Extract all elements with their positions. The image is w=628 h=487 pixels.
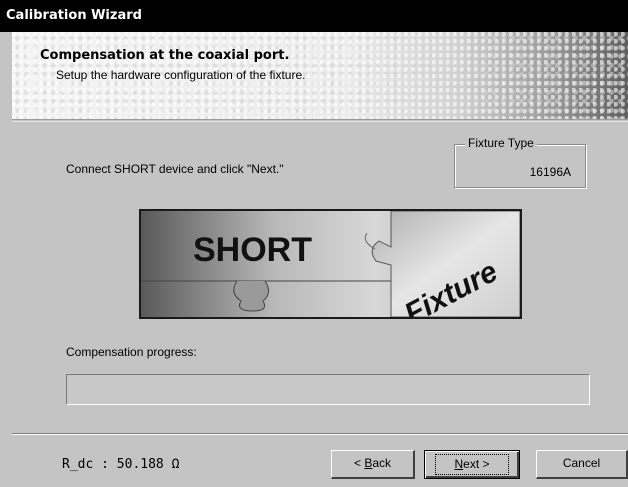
fixture-type-value: 16196A bbox=[529, 165, 571, 179]
fixture-type-group: Fixture Type 16196A bbox=[454, 136, 586, 188]
header-subtitle: Setup the hardware configuration of the … bbox=[56, 68, 306, 82]
back-button[interactable]: < Back bbox=[331, 450, 415, 479]
header-title: Compensation at the coaxial port. bbox=[40, 48, 290, 63]
window-title: Calibration Wizard bbox=[6, 8, 142, 23]
button-separator bbox=[12, 433, 628, 435]
instruction-text: Connect SHORT device and click "Next." bbox=[66, 162, 284, 176]
next-button-focus: Next > bbox=[435, 454, 509, 475]
compensation-progress-bar bbox=[66, 374, 590, 405]
cancel-button[interactable]: Cancel bbox=[536, 450, 628, 479]
back-button-label: ack bbox=[372, 456, 392, 470]
diagram-short-label: SHORT bbox=[193, 231, 312, 269]
calibration-wizard-window: Calibration Wizard Compensation at the c… bbox=[0, 0, 628, 487]
progress-label: Compensation progress: bbox=[66, 345, 197, 359]
wizard-header: Compensation at the coaxial port. Setup … bbox=[12, 32, 628, 120]
rdc-readout: R_dc : 50.188 Ω bbox=[62, 457, 180, 472]
next-button-mnemonic: N bbox=[454, 457, 464, 471]
next-button[interactable]: Next > bbox=[424, 450, 520, 479]
next-button-label: ext > bbox=[463, 457, 490, 471]
title-bar[interactable]: Calibration Wizard bbox=[0, 0, 628, 32]
short-fixture-image: SHORT Fixture bbox=[141, 210, 521, 331]
fixture-type-label: Fixture Type bbox=[465, 136, 537, 150]
wizard-content: Connect SHORT device and click "Next." F… bbox=[12, 121, 628, 427]
short-fixture-diagram: SHORT Fixture bbox=[139, 209, 522, 331]
back-button-prefix: < bbox=[353, 456, 365, 470]
